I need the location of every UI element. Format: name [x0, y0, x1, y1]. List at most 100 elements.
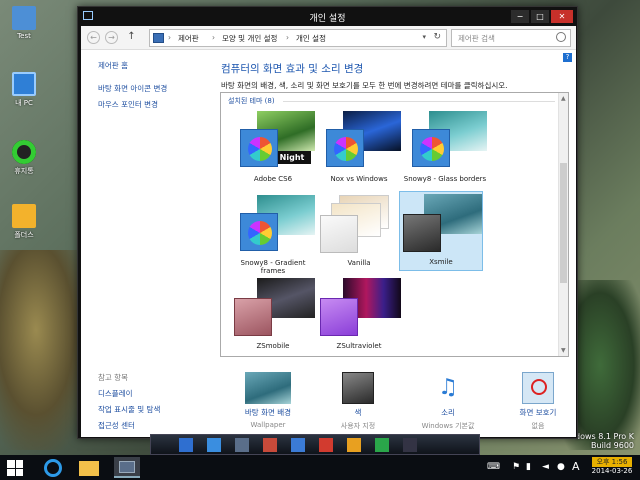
volume-icon[interactable]: ◄ — [542, 462, 549, 472]
breadcrumb-separator: › — [168, 33, 171, 42]
sounds-item[interactable]: ♫ 소리 Windows 기본값 — [403, 372, 493, 431]
page-description: 바탕 화면의 배경, 색, 소리 및 화면 보호기를 모두 한 번에 변경하려면… — [221, 81, 508, 90]
desktop-icon-user[interactable]: Test — [4, 6, 44, 40]
minimize-button[interactable]: − — [511, 10, 529, 23]
watermark-edition: dows 8.1 Pro K — [575, 432, 634, 441]
theme-xsmile[interactable]: Xsmile — [399, 191, 483, 271]
dock-app-icon[interactable] — [403, 438, 417, 452]
theme-name: Adobe CS6 — [253, 175, 293, 183]
help-icon[interactable]: ? — [563, 53, 572, 62]
internet-explorer-taskbar-button[interactable] — [40, 457, 66, 478]
dock-app-icon[interactable] — [291, 438, 305, 452]
desktop-background-label: 바탕 화면 배경 — [244, 408, 292, 417]
color-palette-icon — [240, 129, 278, 167]
dock-app-icon[interactable] — [207, 438, 221, 452]
dock-app-icon[interactable] — [235, 438, 249, 452]
desktop-icon-label: 폴더스 — [14, 231, 34, 239]
theme-snowy8-glass[interactable]: Snowy8 - Glass borders — [403, 109, 487, 183]
theme-nox-vs-windows[interactable]: Nox vs Windows — [317, 109, 401, 183]
desktop-icons-link[interactable]: 바탕 화면 아이콘 변경 — [98, 83, 167, 94]
scroll-down-icon[interactable]: ▼ — [561, 347, 566, 354]
system-clock[interactable]: 오후 1:56 2014-03-26 — [588, 457, 636, 475]
desktop-icon-label: 휴지통 — [14, 167, 34, 175]
search-placeholder: 제어판 검색 — [458, 34, 495, 43]
file-explorer-taskbar-button[interactable] — [76, 457, 102, 478]
navigation-bar: ← → ↑ › 제어판 › 모양 및 개인 설정 › 개인 설정 ▾ ↻ 제어판… — [81, 26, 576, 50]
clock-date: 2014-03-26 — [591, 467, 633, 475]
group-divider — [283, 101, 555, 102]
start-button[interactable] — [7, 460, 23, 476]
forward-button[interactable]: → — [105, 31, 118, 44]
desktop-icon-label: 내 PC — [15, 99, 33, 107]
title-bar[interactable]: 개인 설정 − □ ✕ — [78, 7, 577, 26]
theme-name: Vanilla — [347, 259, 371, 267]
dock-app-icon[interactable] — [347, 438, 361, 452]
color-swatch — [234, 298, 272, 336]
color-swatch — [403, 214, 441, 252]
close-button[interactable]: ✕ — [551, 10, 573, 23]
desktop-icon-recycle-bin[interactable]: 휴지통 — [4, 140, 44, 176]
breadcrumb-control-panel[interactable]: 제어판 — [178, 33, 199, 44]
color-value: 사용자 지정 — [340, 422, 376, 430]
windows-version-watermark: dows 8.1 Pro K Build 9600 — [575, 432, 634, 450]
breadcrumb-separator: › — [212, 33, 215, 42]
keyboard-icon[interactable]: ⌨ — [487, 462, 500, 472]
theme-name: Snowy8 - Gradient frames — [240, 259, 306, 275]
night-badge: Night — [273, 151, 311, 164]
theme-zsmobile[interactable]: ZSmobile — [231, 276, 315, 350]
control-panel-taskbar-button[interactable] — [114, 457, 140, 478]
breadcrumb-appearance[interactable]: 모양 및 개인 설정 — [222, 33, 277, 44]
desktop-background-item[interactable]: 바탕 화면 배경 Wallpaper — [223, 372, 313, 429]
ime-indicator[interactable]: A — [572, 460, 580, 473]
folder-icon — [12, 204, 36, 228]
sounds-value: Windows 기본값 — [421, 422, 475, 430]
address-bar[interactable]: › 제어판 › 모양 및 개인 설정 › 개인 설정 ▾ ↻ — [149, 29, 447, 47]
dock-app-icon[interactable] — [375, 438, 389, 452]
theme-snowy8-gradient[interactable]: Snowy8 - Gradient frames — [231, 193, 315, 275]
theme-settings-bar: 바탕 화면 배경 Wallpaper 색 사용자 지정 ♫ 소리 Windows… — [81, 362, 576, 437]
theme-vanilla[interactable]: Vanilla — [317, 193, 401, 267]
screen-saver-item[interactable]: 화면 보호기 없음 — [493, 372, 583, 431]
desktop-icon-this-pc[interactable]: 내 PC — [4, 72, 44, 108]
dock-app-icon[interactable] — [319, 438, 333, 452]
screen-saver-icon — [522, 372, 554, 404]
breadcrumb-personalization[interactable]: 개인 설정 — [296, 33, 326, 44]
theme-zsultraviolet[interactable]: ZSultraviolet — [317, 276, 401, 350]
color-item[interactable]: 색 사용자 지정 — [313, 372, 403, 431]
search-box[interactable]: 제어판 검색 — [451, 29, 571, 47]
up-button[interactable]: ↑ — [125, 31, 138, 44]
desktop-icon-folder[interactable]: 폴더스 — [4, 204, 44, 240]
color-swatch — [320, 215, 358, 253]
control-panel-home-link[interactable]: 제어판 홈 — [98, 60, 128, 71]
search-icon[interactable] — [556, 32, 566, 42]
wallpaper-thumbnail — [245, 372, 291, 404]
color-palette-icon — [326, 129, 364, 167]
theme-list-scrollbar[interactable]: ▲ ▼ — [558, 93, 568, 356]
theme-adobe-cs6[interactable]: Night Adobe CS6 — [231, 109, 315, 183]
user-icon — [12, 6, 36, 30]
flag-icon[interactable]: ⚑ — [512, 462, 520, 472]
no-symbol-icon — [531, 379, 547, 395]
back-button[interactable]: ← — [87, 31, 100, 44]
theme-name: Xsmile — [429, 258, 453, 266]
dock-app-icon[interactable] — [179, 438, 193, 452]
computer-icon — [12, 72, 36, 96]
control-panel-icon — [119, 461, 135, 473]
folder-icon — [79, 461, 99, 476]
personalization-window: 개인 설정 − □ ✕ ← → ↑ › 제어판 › 모양 및 개인 설정 › 개… — [77, 6, 578, 439]
scroll-up-icon[interactable]: ▲ — [561, 95, 566, 102]
installed-themes-header[interactable]: 설치된 테마 (8) — [228, 96, 275, 106]
internet-explorer-icon — [44, 459, 62, 477]
security-icon[interactable]: ● — [557, 462, 565, 472]
theme-name: Snowy8 - Glass borders — [403, 175, 487, 183]
mouse-pointer-link[interactable]: 마우스 포인터 변경 — [98, 99, 167, 110]
network-icon[interactable]: ▮ — [526, 462, 531, 472]
dock-app-icon[interactable] — [263, 438, 277, 452]
scroll-thumb[interactable] — [560, 163, 567, 283]
left-task-links: 바탕 화면 아이콘 변경 마우스 포인터 변경 — [98, 83, 167, 115]
theme-name: ZSmobile — [256, 342, 290, 350]
maximize-button[interactable]: □ — [531, 10, 549, 23]
control-panel-icon — [153, 33, 164, 43]
refresh-icon[interactable]: ↻ — [433, 32, 441, 42]
address-dropdown-icon[interactable]: ▾ — [422, 33, 426, 41]
